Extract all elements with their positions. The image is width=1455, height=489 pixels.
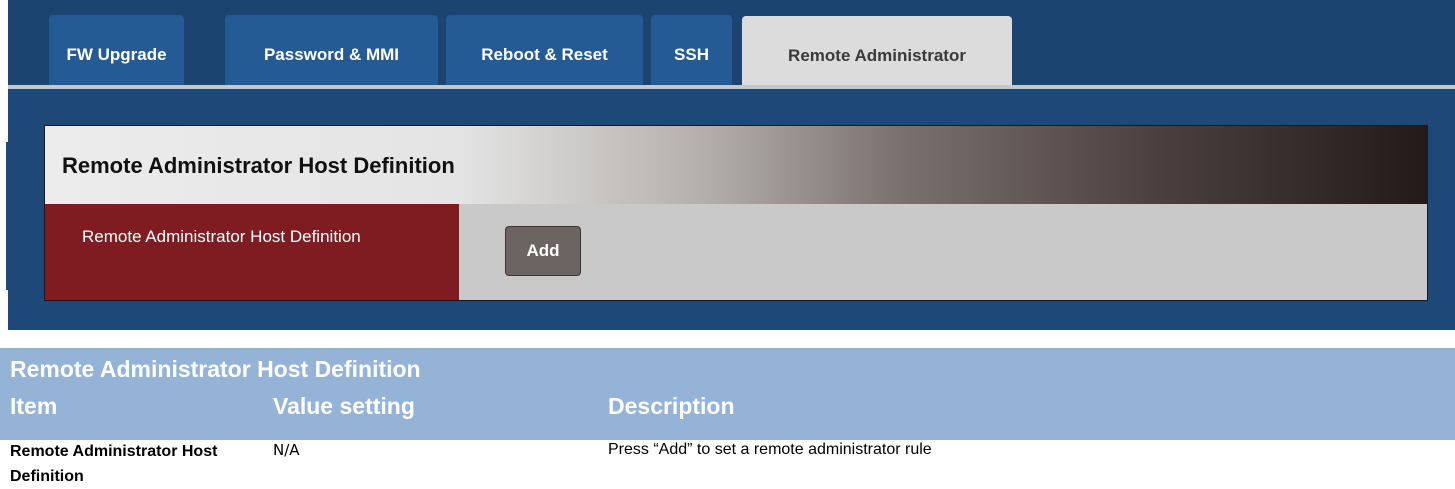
- table-cell-description: Press “Add” to set a remote administrato…: [608, 441, 932, 458]
- card-header: Remote Administrator Host Definition: [45, 126, 1427, 204]
- tab-underline: [8, 85, 1455, 89]
- card-title: Remote Administrator Host Definition: [62, 153, 455, 178]
- column-header-item: Item: [10, 393, 58, 419]
- tab-ssh[interactable]: SSH: [651, 15, 732, 85]
- add-button[interactable]: Add: [505, 226, 581, 276]
- panel-edge: [0, 0, 8, 330]
- table-cell-item: Remote Administrator Host Definition: [10, 443, 218, 485]
- tab-fw-upgrade[interactable]: FW Upgrade: [49, 15, 184, 85]
- column-header-value: Value setting: [273, 393, 415, 419]
- tab-bar: FW Upgrade Password & MMI Reboot & Reset…: [8, 0, 1455, 86]
- router-admin-screenshot: FW Upgrade Password & MMI Reboot & Reset…: [8, 0, 1455, 330]
- host-definition-card: Remote Administrator Host Definition Rem…: [44, 125, 1428, 301]
- description-table: Remote Administrator Host Definition Ite…: [0, 348, 1455, 486]
- tab-remote-administrator[interactable]: Remote Administrator: [742, 16, 1012, 86]
- host-definition-row: Remote Administrator Host Definition Add: [45, 204, 1427, 300]
- table-cell-value: N/A: [273, 441, 300, 459]
- description-table-header: Remote Administrator Host Definition Ite…: [0, 348, 1455, 440]
- row-label: Remote Administrator Host Definition: [82, 227, 361, 246]
- description-table-title: Remote Administrator Host Definition: [10, 356, 421, 382]
- tab-reboot-reset[interactable]: Reboot & Reset: [446, 15, 643, 85]
- row-label-cell: Remote Administrator Host Definition: [45, 204, 459, 300]
- column-header-description: Description: [608, 393, 735, 419]
- tab-password-mmi[interactable]: Password & MMI: [225, 15, 438, 85]
